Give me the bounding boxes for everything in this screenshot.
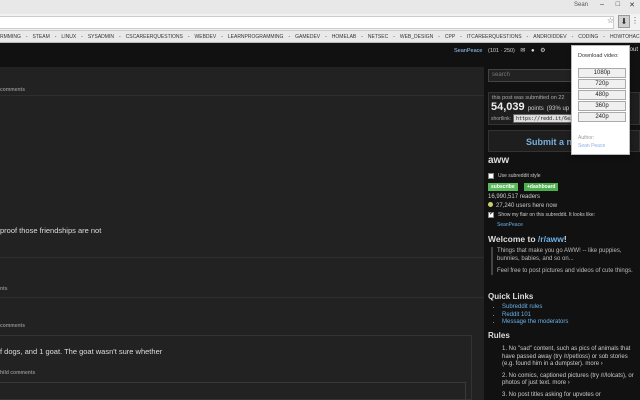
rules-heading: Rules [488,331,510,340]
subreddit-bar-item[interactable]: webdev [195,34,217,40]
user-box: SeanPeace (101 · 250) ✉ ● ⚙ [454,47,546,54]
comment-text: proof those friendships are not [0,226,102,235]
comment-meta: nts [0,286,8,292]
quick-link[interactable]: Message the moderators [502,319,568,327]
download-extension-icon[interactable]: ⬇ [618,15,630,28]
minimize-icon[interactable]: – [600,1,604,8]
divider [0,257,484,258]
separator: - [460,34,462,40]
use-style-label: Use subreddit style [498,173,541,179]
separator: - [393,34,395,40]
separator: - [438,34,440,40]
quality-360p-button[interactable]: 360p [578,101,626,111]
divider [0,95,484,96]
divider [0,297,484,298]
child-comment-box [0,382,466,400]
profile-name[interactable]: Sean [574,2,588,8]
address-bar[interactable] [0,16,614,29]
subreddit-bar-item[interactable]: steam [33,34,50,40]
menu-icon[interactable]: ⋮ [631,16,639,25]
subreddit-bar-item[interactable]: cscareerquestions [126,34,183,40]
rule-item: 1. No "sad" content, such as pics of ani… [502,346,631,367]
separator: - [25,34,28,40]
subreddit-title[interactable]: aww [488,155,509,166]
use-style-checkbox[interactable] [488,173,494,179]
preferences-icon[interactable]: ⚙ [540,47,545,54]
separator: - [81,34,83,40]
points-score: 54,039 points (93% up [491,101,570,113]
separator: - [361,34,363,40]
username-link[interactable]: SeanPeace [454,48,482,54]
author-label: Author: [578,135,595,141]
quick-link[interactable]: Subreddit rules [502,304,568,312]
close-icon[interactable]: ✕ [629,1,635,9]
subreddit-bar-item[interactable]: coding [578,34,598,40]
subreddit-bar-item[interactable]: netsec [368,34,388,40]
subreddit-bar-item[interactable]: sysadmin [88,34,114,40]
separator: - [526,34,529,40]
quality-720p-button[interactable]: 720p [578,79,626,89]
subreddit-bar-item[interactable]: gamedev [295,34,320,40]
subreddit-bar-item[interactable]: web_design [400,34,433,40]
rules-list: 1. No "sad" content, such as pics of ani… [502,346,636,400]
online-dot-icon [488,202,493,207]
show-flair-label: Show my flair on this subreddit. It look… [498,212,595,218]
download-popup: Download video: 1080p 720p 480p 360p 240… [571,45,630,155]
quality-480p-button[interactable]: 480p [578,90,626,100]
separator: - [221,34,223,40]
subreddit-bar-item[interactable]: learnprogramming [228,34,284,40]
main-content: comments proof those friendships are not… [0,67,484,400]
description-line: Things that make you go AWW! -- like pup… [497,248,622,262]
child-comments-label[interactable]: hild comments [0,370,35,376]
comment-text: f dogs, and 1 goat. The goat wasn't sure… [0,347,163,356]
browser-toolbar: ☆ ⬇ ⋮ [0,14,640,31]
quick-link[interactable]: Reddit 101 [502,312,568,320]
separator: - [325,34,327,40]
description-line: Feel free to post pictures and videos of… [497,268,633,274]
separator: - [603,34,605,40]
subscribe-button[interactable]: subscribe [488,183,518,191]
flair-preview: SeanPeace [497,222,523,228]
quick-links-list: Subreddit rules Reddit 101 Message the m… [502,304,568,327]
comment-meta: comments [0,323,26,329]
online-count: 27,240 users here now [488,202,557,209]
subreddit-bar-item[interactable]: androiddev [533,34,566,40]
show-flair-checkbox[interactable] [488,210,494,218]
quick-links-heading: Quick Links [488,292,534,301]
shortlink-label: shortlink: [491,116,512,122]
comments-header: comments [0,87,26,93]
separator: - [187,34,190,40]
star-icon[interactable]: ☆ [607,16,614,25]
popup-title: Download video: [578,53,619,59]
subreddit-bar-item[interactable]: linux [61,34,76,40]
chat-icon[interactable]: ● [531,48,535,54]
subreddit-bar-item[interactable]: itcareerquestions [467,34,522,40]
author-link[interactable]: Sean Peace [578,143,605,149]
sidebar-description: Things that make you go AWW! -- like pup… [491,247,637,275]
browser-titlebar: Sean – □ ✕ [0,0,640,14]
maximize-icon[interactable]: □ [616,1,620,8]
separator: - [571,34,574,40]
rule-item: 2. No comics, captioned pictures (try /r… [502,372,634,387]
separator: - [288,34,291,40]
subreddit-link[interactable]: /r/aww [538,234,564,244]
quality-240p-button[interactable]: 240p [578,112,626,122]
reddit-header: SeanPeace (101 · 250) ✉ ● ⚙ out [0,43,640,67]
search-input[interactable]: search [488,69,578,82]
subreddit-bar-item[interactable]: rmming [0,34,21,40]
rule-item: 3. No post titles asking for upvotes or [502,391,601,398]
readers-count: 16,990,517 readers [488,194,541,200]
subreddit-bar: rmming - steam - linux - sysadmin - cscareerques… [0,31,640,43]
karma-count: (101 · 250) [487,48,515,54]
logout-link[interactable]: out [630,47,638,53]
mail-icon[interactable]: ✉ [520,47,525,54]
subreddit-bar-item[interactable]: howtohack [610,34,640,40]
quality-1080p-button[interactable]: 1080p [578,68,626,78]
subreddit-bar-item[interactable]: cpp [445,34,455,40]
separator: - [118,34,121,40]
welcome-heading: Welcome to /r/aww! [488,234,567,244]
separator: - [54,34,57,40]
dashboard-button[interactable]: +dashboard [524,183,559,191]
subreddit-bar-item[interactable]: homelab [332,34,356,40]
